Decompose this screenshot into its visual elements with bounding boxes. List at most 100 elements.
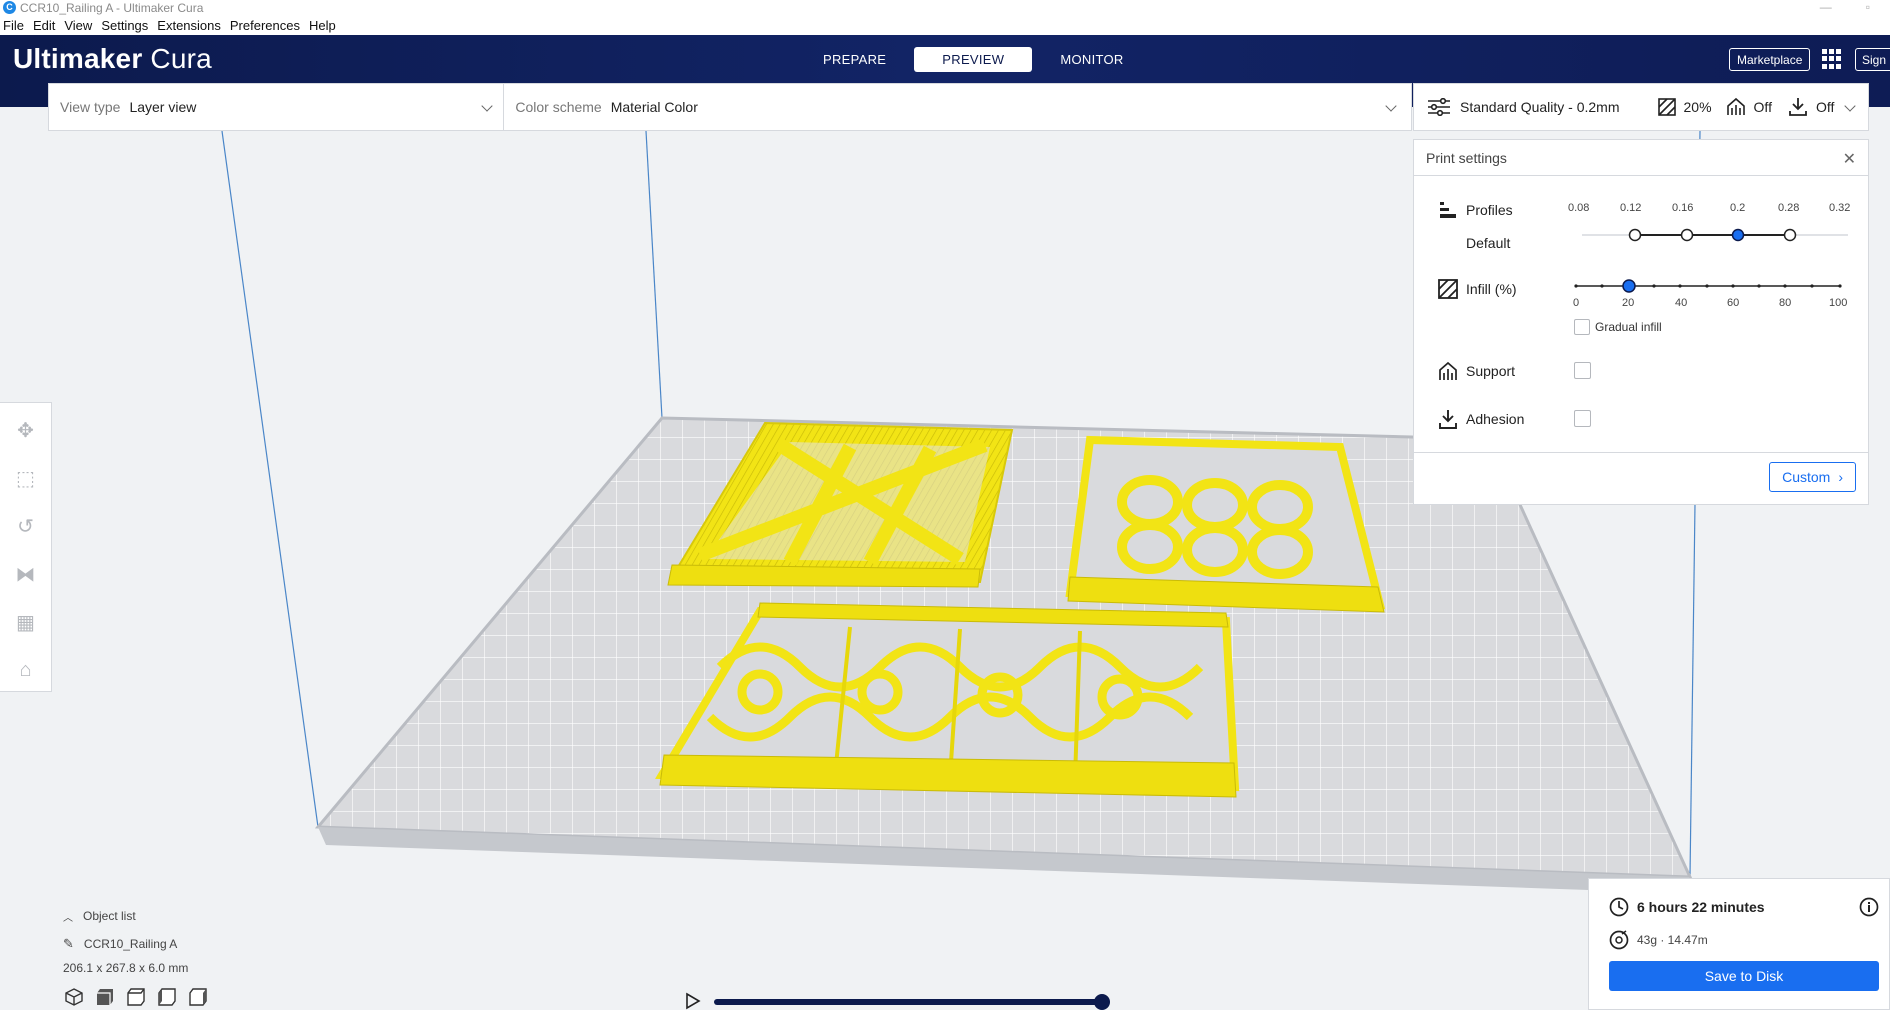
infill-label: Infill (%) [1466,281,1517,297]
adhesion-icon [1439,410,1457,429]
layer-height-labels: 0.08 0.12 0.16 0.2 0.28 0.32 [1564,202,1864,216]
view-type-value: Layer view [129,99,197,115]
view-options-bar: View type Layer view Color scheme Materi… [48,83,1412,131]
view-3d-icon[interactable] [65,988,83,1006]
move-tool-icon[interactable]: ✥ [14,417,38,443]
print-settings-title: Print settings [1426,149,1507,166]
chevron-right-icon: › [1838,469,1843,485]
tab-preview[interactable]: PREVIEW [914,47,1033,72]
app-logo: Ultimaker Cura [13,43,212,75]
layer-height-tick: 0.2 [1730,202,1746,214]
logo-product: Cura [150,43,212,74]
layer-slider-track[interactable] [714,999,1106,1005]
menu-file[interactable]: File [3,18,24,33]
material-usage: 43g · 14.47m [1637,933,1708,947]
cura-app-icon: C [3,1,16,14]
chevron-down-icon [1844,100,1856,112]
menu-extensions[interactable]: Extensions [157,18,221,33]
profiles-icon [1440,202,1456,218]
quality-profile: Standard Quality - 0.2mm [1460,99,1620,115]
stage-tabs: PREPARE PREVIEW MONITOR [805,47,1142,72]
custom-button-label: Custom [1782,469,1831,485]
close-icon[interactable]: ✕ [1843,149,1856,169]
view-right-icon[interactable] [189,988,207,1006]
adhesion-summary: Off [1815,99,1835,115]
color-scheme-value: Material Color [610,99,698,115]
sign-in-button[interactable]: Sign [1855,48,1890,71]
minimize-icon[interactable]: — [1820,0,1832,14]
color-scheme-label: Color scheme [515,99,602,115]
object-name: CCR10_Railing A [83,937,178,951]
window-title: CCR10_Railing A - Ultimaker Cura [20,0,204,15]
sliders-icon [1428,98,1450,116]
object-list-toggle[interactable]: ︿ Object list [63,904,188,928]
apps-grid-icon[interactable] [1822,49,1842,69]
support-icon [1439,361,1457,380]
chevron-down-icon [1385,100,1398,112]
adhesion-checkbox[interactable] [1574,410,1591,427]
save-to-disk-button[interactable]: Save to Disk [1609,961,1879,991]
object-list-label: Object list [83,909,136,923]
menu-bar: File Edit View Settings Extensions Prefe… [0,15,1890,35]
print-setup-selector[interactable]: Standard Quality - 0.2mm 20% Off Off [1413,83,1869,131]
tab-prepare[interactable]: PREPARE [805,47,904,72]
pencil-icon[interactable]: ✎ [63,936,74,952]
support-blocker-icon[interactable]: ⌂ [14,657,38,683]
object-name-row: ✎ CCR10_Railing A [63,932,188,956]
model-railing-panel-2 [1065,435,1386,613]
infill-summary: 20% [1683,99,1712,115]
play-icon[interactable] [684,992,702,1010]
infill-tick: 100 [1829,297,1848,309]
print-time: 6 hours 22 minutes [1637,899,1765,915]
view-orientation-buttons [65,988,207,1006]
info-icon[interactable] [1859,897,1879,917]
menu-edit[interactable]: Edit [33,18,55,33]
infill-icon [1657,98,1676,116]
layer-height-tick: 0.16 [1672,202,1694,214]
menu-settings[interactable]: Settings [101,18,148,33]
scale-tool-icon[interactable]: ⬚ [14,465,38,491]
spool-icon [1609,930,1629,950]
rotate-tool-icon[interactable]: ↺ [14,513,38,539]
adhesion-icon [1789,98,1807,116]
infill-tick: 40 [1675,297,1688,309]
object-list-panel: ︿ Object list ✎ CCR10_Railing A 206.1 x … [63,904,188,980]
support-checkbox[interactable] [1574,362,1591,379]
adhesion-label: Adhesion [1466,411,1525,427]
infill-tick: 80 [1779,297,1792,309]
menu-help[interactable]: Help [309,18,336,33]
menu-view[interactable]: View [64,18,92,33]
print-settings-panel: Print settings ✕ Profiles Default 0.08 0… [1413,139,1869,505]
print-settings-header: Print settings ✕ [1414,140,1868,176]
mirror-tool-icon[interactable]: ⧓ [14,561,38,587]
chevron-up-icon: ︿ [63,912,73,924]
color-scheme-dropdown[interactable]: Color scheme Material Color [504,84,1411,130]
tab-monitor[interactable]: MONITOR [1042,47,1141,72]
logo-brand: Ultimaker [13,43,143,74]
layer-slider-handle[interactable] [1094,994,1110,1010]
support-icon [1726,97,1745,115]
marketplace-button[interactable]: Marketplace [1729,48,1811,71]
infill-icon [1438,279,1458,299]
output-action-panel: 6 hours 22 minutes 43g · 14.47m Save to … [1588,878,1890,1010]
infill-tick: 60 [1727,297,1740,309]
chevron-down-icon [481,100,493,112]
gradual-infill-checkbox[interactable] [1574,319,1590,335]
infill-slider[interactable] [1574,279,1844,293]
support-summary: Off [1753,99,1772,115]
layer-height-slider[interactable] [1580,228,1850,242]
view-type-dropdown[interactable]: View type Layer view [49,84,505,130]
maximize-icon[interactable]: ▫ [1866,0,1870,14]
layer-height-tick: 0.32 [1829,202,1851,214]
view-left-icon[interactable] [158,988,176,1006]
gradual-infill-label: Gradual infill [1595,320,1662,334]
model-railing-panel-3 [655,602,1240,798]
per-model-settings-icon[interactable]: ▦ [14,609,38,635]
infill-tick: 0 [1573,297,1580,309]
view-front-icon[interactable] [96,988,114,1006]
window-controls: — ▫ [1820,0,1870,14]
custom-settings-button[interactable]: Custom › [1769,462,1856,492]
object-dimensions: 206.1 x 267.8 x 6.0 mm [63,961,189,975]
view-top-icon[interactable] [127,988,145,1006]
menu-preferences[interactable]: Preferences [230,18,300,33]
